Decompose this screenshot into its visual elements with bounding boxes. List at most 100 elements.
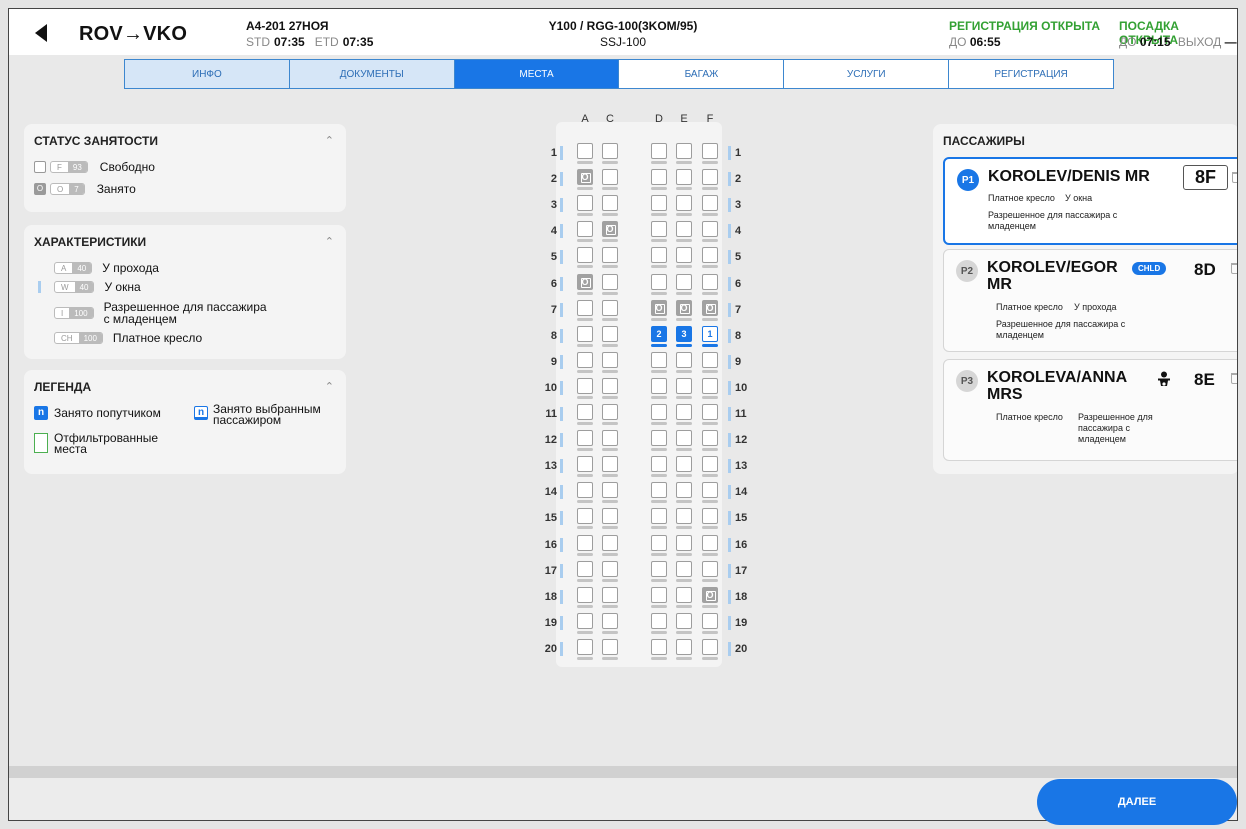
seat-10F[interactable] — [702, 377, 718, 394]
seat-15F[interactable] — [702, 508, 718, 525]
seat-17E[interactable] — [676, 560, 692, 577]
seat-19C[interactable] — [602, 612, 618, 629]
next-button[interactable]: ДАЛЕЕ — [1037, 779, 1237, 825]
seat-2C[interactable] — [602, 169, 618, 186]
seat-4E[interactable] — [676, 221, 692, 238]
tab-services[interactable]: УСЛУГИ — [784, 60, 950, 88]
seat-10A[interactable] — [577, 377, 593, 394]
trash-icon[interactable] — [1231, 373, 1237, 384]
seat-16A[interactable] — [577, 534, 593, 551]
passenger-card[interactable]: P3 KOROLEVA/ANNA MRS 8E Платное кресло Р… — [943, 359, 1237, 461]
seat-13E[interactable] — [676, 456, 692, 473]
seat-16C[interactable] — [602, 534, 618, 551]
seat-1C[interactable] — [602, 143, 618, 159]
trash-icon[interactable] — [1231, 263, 1237, 274]
seat-15D[interactable] — [651, 508, 667, 525]
seat-4A[interactable] — [577, 221, 593, 238]
seat-3D[interactable] — [651, 195, 667, 212]
seat-14D[interactable] — [651, 482, 667, 499]
seat-7A[interactable] — [577, 299, 593, 316]
seat-17D[interactable] — [651, 560, 667, 577]
seat-5C[interactable] — [602, 247, 618, 264]
char-row-paid[interactable]: CH 100 Платное кресло — [54, 331, 202, 345]
seat-19A[interactable] — [577, 612, 593, 629]
seat-6C[interactable] — [602, 273, 618, 290]
seat-6F[interactable] — [702, 273, 718, 290]
seat-14A[interactable] — [577, 482, 593, 499]
seat-4D[interactable] — [651, 221, 667, 238]
seat-14E[interactable] — [676, 482, 692, 499]
seat-12A[interactable] — [577, 430, 593, 447]
seat-15E[interactable] — [676, 508, 692, 525]
passenger-card[interactable]: P1 KOROLEV/DENIS MR 8F Платное кресло У … — [943, 157, 1237, 245]
seat-11A[interactable] — [577, 404, 593, 420]
seat-8F[interactable]: 1 — [702, 325, 718, 342]
seat-19D[interactable] — [651, 612, 667, 629]
seat-4C[interactable]: O — [602, 221, 618, 238]
seat-11C[interactable] — [602, 404, 618, 420]
seat-20E[interactable] — [676, 638, 692, 655]
seat-11F[interactable] — [702, 404, 718, 420]
tab-registration[interactable]: РЕГИСТРАЦИЯ — [949, 60, 1113, 88]
seat-12C[interactable] — [602, 430, 618, 447]
seat-7D[interactable]: O — [651, 299, 667, 316]
seat-13F[interactable] — [702, 456, 718, 473]
seat-17A[interactable] — [577, 560, 593, 577]
seat-1A[interactable] — [577, 143, 593, 159]
seat-5A[interactable] — [577, 247, 593, 264]
seat-8D[interactable]: 2 — [651, 325, 667, 342]
seat-8C[interactable] — [602, 325, 618, 342]
collapse-chevron-icon[interactable]: ⌃ — [325, 380, 334, 393]
seat-6A[interactable]: O — [577, 273, 593, 290]
tab-info[interactable]: ИНФО — [125, 60, 290, 88]
seat-14F[interactable] — [702, 482, 718, 499]
seat-17C[interactable] — [602, 560, 618, 577]
seat-20C[interactable] — [602, 638, 618, 655]
seat-2D[interactable] — [651, 169, 667, 186]
tab-seats[interactable]: МЕСТА — [454, 60, 620, 88]
seat-7F[interactable]: O — [702, 299, 718, 316]
char-row-window[interactable]: W 40 У окна — [38, 280, 141, 294]
passenger-seat[interactable]: 8E — [1194, 370, 1215, 390]
seat-6D[interactable] — [651, 273, 667, 290]
seat-12E[interactable] — [676, 430, 692, 447]
seat-8E[interactable]: 3 — [676, 325, 692, 342]
seat-13D[interactable] — [651, 456, 667, 473]
seat-16E[interactable] — [676, 534, 692, 551]
collapse-chevron-icon[interactable]: ⌃ — [325, 134, 334, 147]
seat-2E[interactable] — [676, 169, 692, 186]
seat-5F[interactable] — [702, 247, 718, 264]
seat-18C[interactable] — [602, 586, 618, 603]
trash-icon[interactable] — [1232, 172, 1237, 183]
seat-15C[interactable] — [602, 508, 618, 525]
seat-5E[interactable] — [676, 247, 692, 264]
seat-4F[interactable] — [702, 221, 718, 238]
seat-18A[interactable] — [577, 586, 593, 603]
seat-19E[interactable] — [676, 612, 692, 629]
seat-10E[interactable] — [676, 377, 692, 394]
seat-10C[interactable] — [602, 377, 618, 394]
seat-5D[interactable] — [651, 247, 667, 264]
passenger-card[interactable]: P2 KOROLEV/EGOR MR CHLD 8D Платное кресл… — [943, 249, 1237, 352]
seat-9E[interactable] — [676, 351, 692, 368]
seat-6E[interactable] — [676, 273, 692, 290]
seat-20F[interactable] — [702, 638, 718, 655]
seat-16D[interactable] — [651, 534, 667, 551]
seat-13C[interactable] — [602, 456, 618, 473]
seat-20D[interactable] — [651, 638, 667, 655]
seat-9A[interactable] — [577, 351, 593, 368]
seat-9F[interactable] — [702, 351, 718, 368]
seat-3F[interactable] — [702, 195, 718, 212]
seat-2F[interactable] — [702, 169, 718, 186]
seat-1F[interactable] — [702, 143, 718, 159]
seat-8A[interactable] — [577, 325, 593, 342]
tab-baggage[interactable]: БАГАЖ — [619, 60, 785, 88]
seat-17F[interactable] — [702, 560, 718, 577]
passenger-seat[interactable]: 8D — [1194, 260, 1216, 280]
seat-3C[interactable] — [602, 195, 618, 212]
seat-15A[interactable] — [577, 508, 593, 525]
seat-12D[interactable] — [651, 430, 667, 447]
seat-18F[interactable]: O — [702, 586, 718, 603]
seat-2A[interactable]: O — [577, 169, 593, 186]
tab-documents[interactable]: ДОКУМЕНТЫ — [289, 60, 455, 88]
